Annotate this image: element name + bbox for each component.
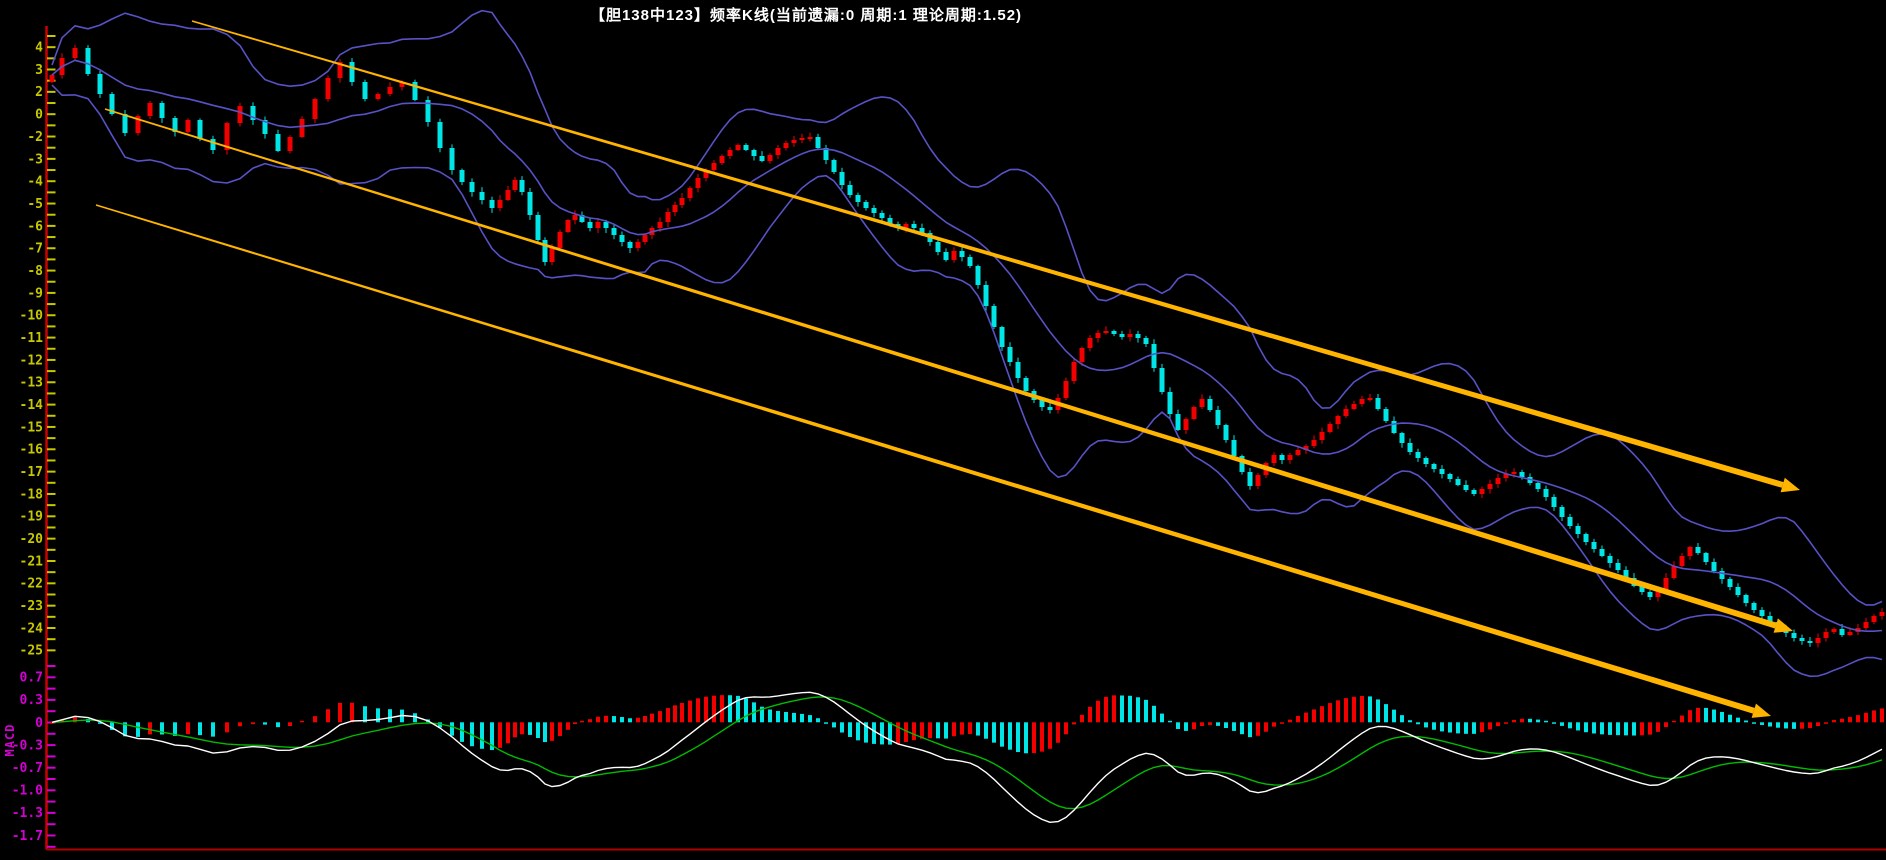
main-axis-label: -25: [20, 644, 43, 659]
macd-axis-label: 0.3: [20, 693, 43, 708]
trend-arrow-shaft[interactable]: [105, 108, 1777, 628]
main-axis-label: -2: [27, 130, 43, 145]
trend-arrow-head[interactable]: [1752, 704, 1771, 718]
main-axis-label: -24: [20, 621, 44, 636]
main-axis-label: -10: [20, 309, 44, 324]
main-axis-label: -14: [20, 398, 44, 413]
main-axis-label: -19: [20, 510, 43, 525]
trend-arrows[interactable]: [96, 20, 1800, 718]
main-axis-label: -21: [20, 554, 44, 569]
trend-arrow-head[interactable]: [1774, 619, 1793, 633]
main-axis-label: 4: [35, 41, 43, 56]
macd-axis-label: -0.7: [12, 761, 43, 776]
main-axis-label: -4: [27, 175, 43, 190]
main-axis-label: -16: [20, 443, 44, 458]
y-axis: 4 3 2 0 -2 -3 -4 -5 -6 -7 -8 -9 -10 -11 -12 -13 -14 -15 -1…: [12, 26, 1886, 850]
chart-window: 【胆138中123】频率K线(当前遗漏:0 周期:1 理论周期:1.52) 43…: [0, 0, 1886, 860]
macd-axis-label: -1.3: [12, 806, 43, 821]
macd-axis-label: -1.0: [12, 784, 43, 799]
trend-arrow-shaft[interactable]: [96, 204, 1755, 713]
main-axis-label: -8: [27, 264, 43, 279]
main-axis-label: -3: [27, 152, 43, 167]
main-axis-label: -22: [20, 577, 43, 592]
boll-middle: [52, 60, 1882, 631]
trend-arrow-head[interactable]: [1781, 478, 1800, 492]
main-axis-label: -20: [20, 532, 44, 547]
kline-chart-canvas[interactable]: 4 3 2 0 -2 -3 -4 -5 -6 -7 -8 -9 -10 -11 -12 -13 -14 -15 -1…: [0, 0, 1886, 860]
boll-upper: [52, 11, 1882, 605]
main-axis-label: -13: [20, 376, 43, 391]
macd-axis-label: 0.7: [20, 671, 43, 686]
main-axis-label: 2: [35, 85, 43, 100]
main-axis-label: -5: [27, 197, 43, 212]
main-axis-label: -7: [27, 242, 43, 257]
main-axis-label: 0: [35, 108, 43, 123]
main-axis-label: 3: [35, 63, 43, 78]
macd-panel-label: MACD: [3, 720, 17, 760]
main-axis-label: -6: [27, 219, 43, 234]
macd-axis-label: -1.7: [12, 829, 43, 844]
main-axis-label: -9: [27, 286, 43, 301]
main-axis-label: -12: [20, 353, 43, 368]
candlesticks[interactable]: [50, 45, 1885, 648]
main-axis-label: -18: [20, 487, 44, 502]
boll-lower: [52, 85, 1882, 676]
main-axis-label: -17: [20, 465, 43, 480]
trend-arrow-shaft[interactable]: [192, 20, 1784, 488]
macd-panel[interactable]: [50, 692, 1884, 822]
main-axis-label: -11: [20, 331, 44, 346]
main-axis-label: -15: [20, 420, 43, 435]
main-axis-label: -23: [20, 599, 43, 614]
macd-axis-label: 0: [35, 716, 43, 731]
